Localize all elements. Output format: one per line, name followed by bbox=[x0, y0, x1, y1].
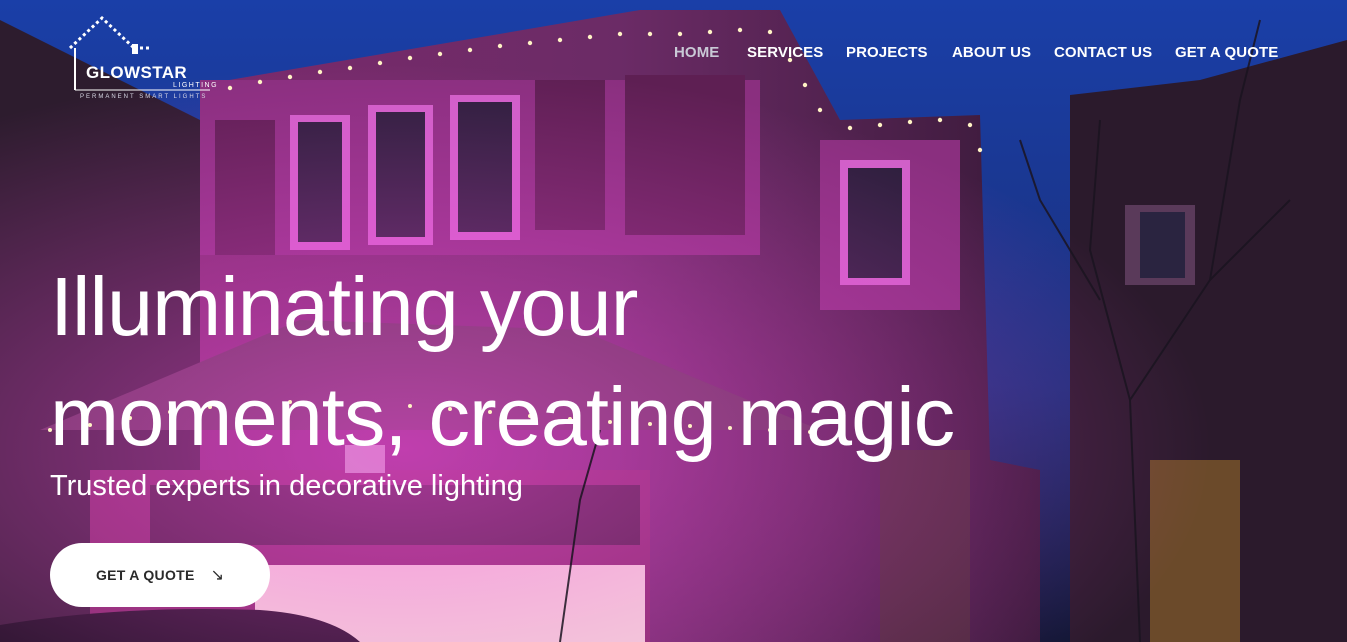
nav-item-get-a-quote[interactable]: GET A QUOTE bbox=[1175, 44, 1278, 61]
brand-name: GLOWSTAR bbox=[86, 63, 188, 82]
nav-item-about-us[interactable]: ABOUT US bbox=[952, 44, 1031, 61]
hero-subtitle: Trusted experts in decorative lighting bbox=[50, 470, 523, 502]
get-a-quote-button[interactable]: GET A QUOTE ↘ bbox=[50, 543, 270, 607]
hero-title-line-2: moments, creating magic bbox=[50, 370, 955, 463]
brand-sub: LIGHTING bbox=[173, 82, 219, 89]
arrow-down-right-icon: ↘ bbox=[210, 567, 225, 584]
brand-tagline: PERMANENT SMART LIGHTS bbox=[80, 94, 208, 100]
main-nav: HOME SERVICES PROJECTS ABOUT US CONTACT … bbox=[0, 44, 1347, 66]
nav-item-projects[interactable]: PROJECTS bbox=[846, 44, 928, 61]
hero-title: Illuminating your moments, creating magi… bbox=[50, 252, 1050, 472]
get-a-quote-label: GET A QUOTE bbox=[95, 567, 195, 583]
nav-item-home[interactable]: HOME bbox=[674, 44, 719, 61]
nav-item-contact-us[interactable]: CONTACT US bbox=[1054, 44, 1152, 61]
hero-title-line-1: Illuminating your bbox=[50, 260, 638, 353]
nav-item-services[interactable]: SERVICES bbox=[747, 44, 823, 61]
